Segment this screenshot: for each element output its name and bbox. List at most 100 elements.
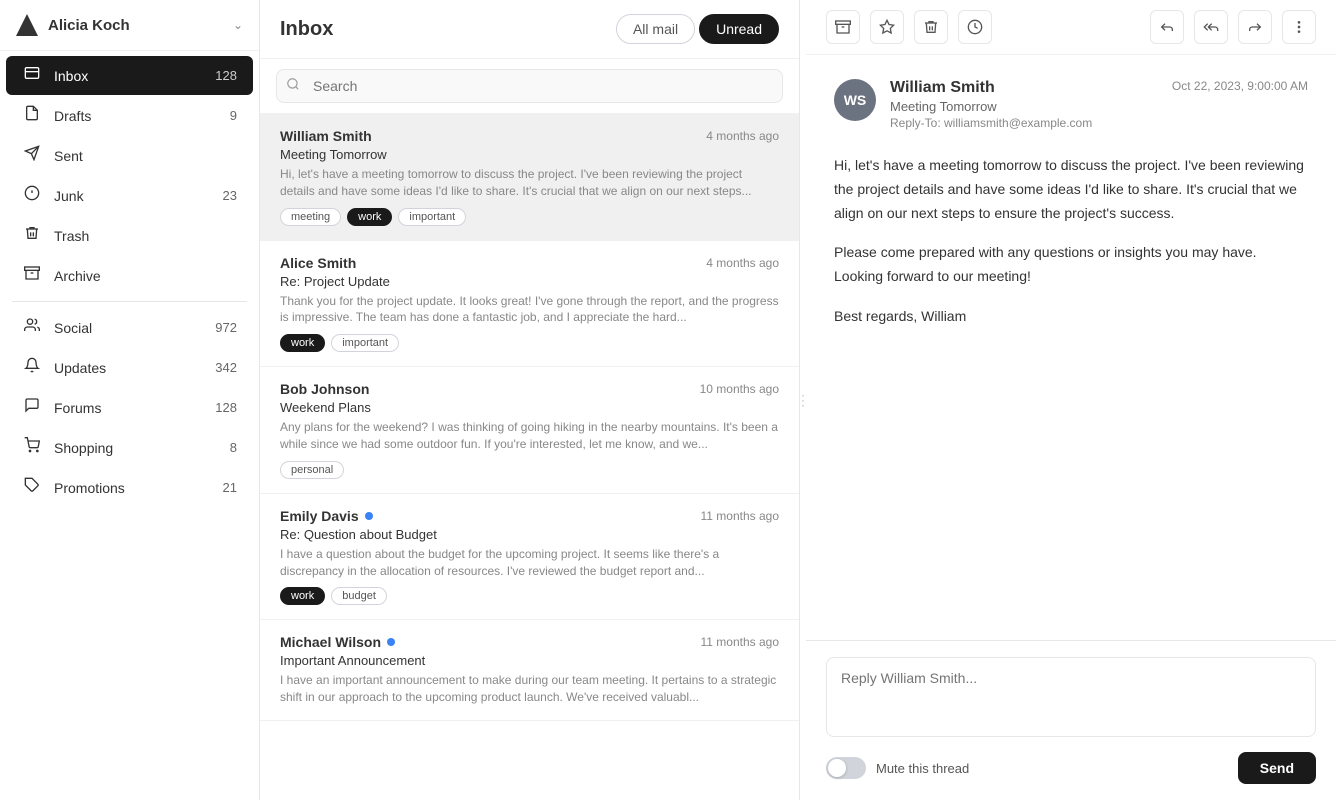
email-item-4[interactable]: Emily Davis 11 months ago Re: Question a… (260, 494, 799, 621)
inbox-title: Inbox (280, 18, 333, 41)
email-tags-1: meeting work important (280, 208, 779, 226)
sidebar-label-updates: Updates (54, 360, 215, 376)
tag-work: work (347, 208, 392, 226)
sidebar-item-shopping[interactable]: Shopping 8 (6, 428, 253, 467)
mute-toggle-switch[interactable] (826, 757, 866, 779)
sidebar-item-updates[interactable]: Updates 342 (6, 348, 253, 387)
email-body: Hi, let's have a meeting tomorrow to dis… (834, 154, 1308, 329)
detail-reply-to: Reply-To: williamsmith@example.com (890, 116, 1172, 130)
sidebar-item-trash[interactable]: Trash (6, 216, 253, 255)
snooze-toolbar-button[interactable] (958, 10, 992, 44)
archive-toolbar-button[interactable] (826, 10, 860, 44)
sidebar-count-drafts: 9 (230, 108, 237, 123)
sidebar-item-promotions[interactable]: Promotions 21 (6, 468, 253, 507)
search-input[interactable] (276, 69, 783, 103)
email-tags-3: personal (280, 461, 779, 479)
nav-section-main: Inbox 128 Drafts 9 Sent Junk 23 (0, 51, 259, 800)
sidebar-count-forums: 128 (215, 400, 237, 415)
detail-meta: William Smith Meeting Tomorrow Reply-To:… (890, 79, 1172, 130)
promotions-icon (22, 477, 42, 498)
email-detail-panel: WS William Smith Meeting Tomorrow Reply-… (806, 0, 1336, 800)
reply-input[interactable] (826, 657, 1316, 737)
sidebar-item-drafts[interactable]: Drafts 9 (6, 96, 253, 135)
email-subject-5: Important Announcement (280, 653, 779, 668)
sidebar-count-inbox: 128 (215, 68, 237, 83)
sidebar-item-social[interactable]: Social 972 (6, 308, 253, 347)
reply-toolbar-button[interactable] (1150, 10, 1184, 44)
email-subject-3: Weekend Plans (280, 400, 779, 415)
tag-personal: personal (280, 461, 344, 479)
sidebar: Alicia Koch ⌄ Inbox 128 Drafts 9 Sent (0, 0, 260, 800)
detail-date: Oct 22, 2023, 9:00:00 AM (1172, 79, 1308, 93)
detail-content: WS William Smith Meeting Tomorrow Reply-… (806, 55, 1336, 640)
more-toolbar-button[interactable] (1282, 10, 1316, 44)
sidebar-label-forums: Forums (54, 400, 215, 416)
drafts-icon (22, 105, 42, 126)
junk-icon (22, 185, 42, 206)
sidebar-item-archive[interactable]: Archive (6, 256, 253, 295)
sidebar-item-junk[interactable]: Junk 23 (6, 176, 253, 215)
email-sender-5: Michael Wilson (280, 634, 395, 650)
email-item-1[interactable]: William Smith 4 months ago Meeting Tomor… (260, 114, 799, 241)
email-list: William Smith 4 months ago Meeting Tomor… (260, 114, 799, 800)
sidebar-count-junk: 23 (223, 188, 237, 203)
email-sender-1: William Smith (280, 128, 372, 144)
body-para-3: Best regards, William (834, 305, 1308, 329)
email-list-panel: Inbox All mail Unread William Smith 4 mo… (260, 0, 800, 800)
tab-unread[interactable]: Unread (699, 14, 779, 44)
sidebar-count-updates: 342 (215, 360, 237, 375)
detail-subject-line: Meeting Tomorrow (890, 99, 1172, 114)
user-header[interactable]: Alicia Koch ⌄ (0, 0, 259, 51)
email-time-5: 11 months ago (701, 635, 780, 649)
email-tags-2: work important (280, 334, 779, 352)
sidebar-label-junk: Junk (54, 188, 223, 204)
reply-all-toolbar-button[interactable] (1194, 10, 1228, 44)
email-detail-header: WS William Smith Meeting Tomorrow Reply-… (834, 79, 1308, 130)
trash-icon (22, 225, 42, 246)
archive-icon-sidebar (22, 265, 42, 286)
tag-important-2: important (331, 334, 399, 352)
email-item-5[interactable]: Michael Wilson 11 months ago Important A… (260, 620, 799, 721)
tag-meeting: meeting (280, 208, 341, 226)
sidebar-label-archive: Archive (54, 268, 237, 284)
nav-divider (12, 301, 247, 302)
email-subject-2: Re: Project Update (280, 274, 779, 289)
spam-toolbar-button[interactable] (870, 10, 904, 44)
user-avatar-icon (16, 14, 38, 36)
email-item-top-2: Alice Smith 4 months ago (280, 255, 779, 271)
email-item-3[interactable]: Bob Johnson 10 months ago Weekend Plans … (260, 367, 799, 494)
email-subject-4: Re: Question about Budget (280, 527, 779, 542)
email-item-top-5: Michael Wilson 11 months ago (280, 634, 779, 650)
sidebar-item-sent[interactable]: Sent (6, 136, 253, 175)
email-item-2[interactable]: Alice Smith 4 months ago Re: Project Upd… (260, 241, 799, 368)
sidebar-label-promotions: Promotions (54, 480, 223, 496)
email-sender-3: Bob Johnson (280, 381, 369, 397)
unread-dot-4 (365, 512, 373, 520)
email-sender-4: Emily Davis (280, 508, 373, 524)
detail-toolbar (806, 0, 1336, 55)
sidebar-item-inbox[interactable]: Inbox 128 (6, 56, 253, 95)
tag-budget: budget (331, 587, 387, 605)
updates-icon (22, 357, 42, 378)
unread-dot-5 (387, 638, 395, 646)
forums-icon (22, 397, 42, 418)
delete-toolbar-button[interactable] (914, 10, 948, 44)
toggle-knob (828, 759, 846, 777)
email-time-1: 4 months ago (706, 129, 779, 143)
shopping-icon (22, 437, 42, 458)
email-preview-1: Hi, let's have a meeting tomorrow to dis… (280, 166, 779, 200)
detail-sender-name: William Smith (890, 79, 1172, 97)
tab-all-mail[interactable]: All mail (616, 14, 695, 44)
reply-area: Mute this thread Send (806, 640, 1336, 800)
email-preview-5: I have an important announcement to make… (280, 672, 779, 706)
sidebar-label-drafts: Drafts (54, 108, 230, 124)
send-button[interactable]: Send (1238, 752, 1316, 784)
search-wrapper (276, 69, 783, 103)
email-list-header: Inbox All mail Unread (260, 0, 799, 59)
sidebar-label-sent: Sent (54, 148, 237, 164)
tag-work-2: work (280, 334, 325, 352)
forward-toolbar-button[interactable] (1238, 10, 1272, 44)
sidebar-item-forums[interactable]: Forums 128 (6, 388, 253, 427)
sidebar-count-promotions: 21 (223, 480, 237, 495)
tag-important: important (398, 208, 466, 226)
